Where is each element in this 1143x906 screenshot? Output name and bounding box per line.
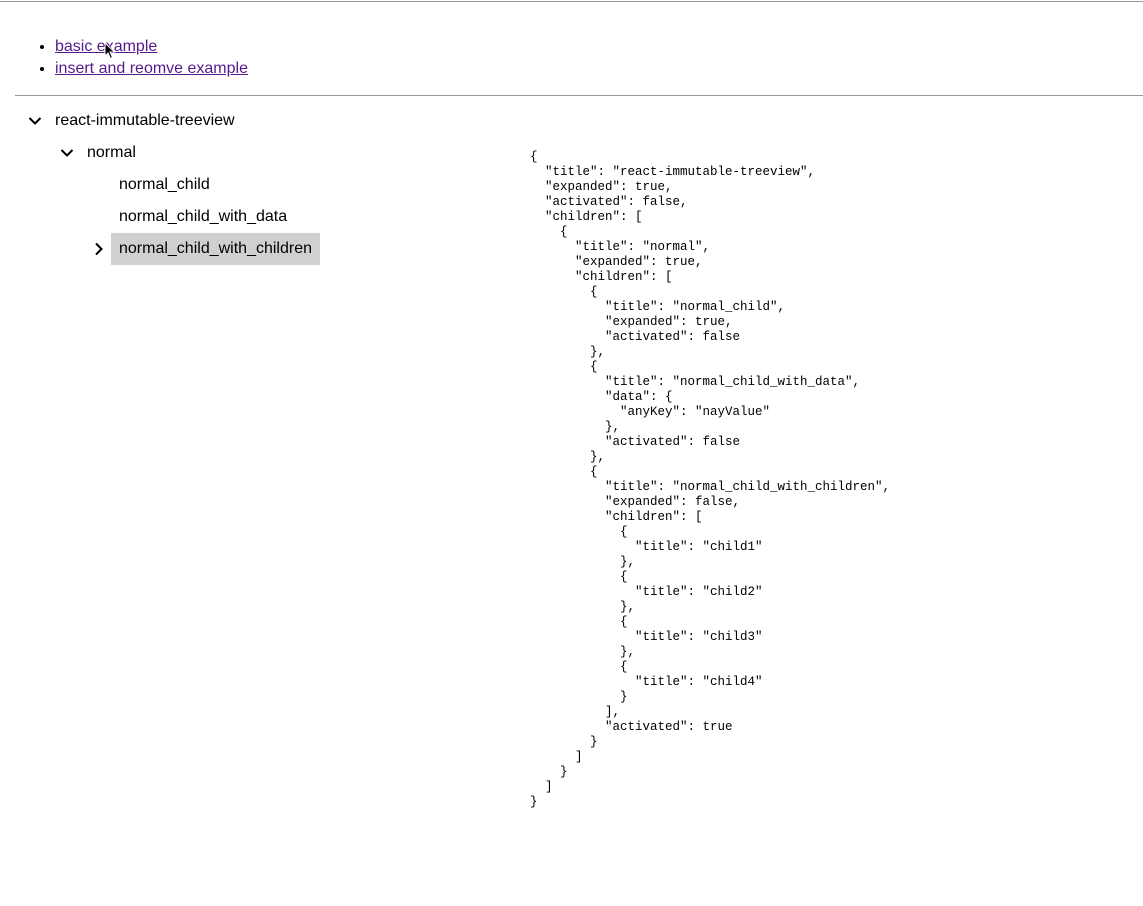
section-divider bbox=[15, 95, 1143, 96]
chevron-right-icon[interactable] bbox=[93, 233, 109, 265]
window-top-border bbox=[0, 1, 1143, 2]
chevron-down-icon[interactable] bbox=[60, 137, 76, 169]
nav-item: insert and reomve example bbox=[55, 58, 248, 80]
tree-json-output: { "title": "react-immutable-treeview", "… bbox=[530, 150, 891, 809]
example-nav-list: basic example insert and reomve example bbox=[0, 36, 248, 80]
nav-item: basic example bbox=[55, 36, 248, 58]
insert-remove-example-link[interactable]: insert and reomve example bbox=[55, 60, 248, 77]
tree-node-label[interactable]: normal_child bbox=[111, 169, 218, 201]
mouse-cursor-icon bbox=[104, 42, 116, 60]
chevron-down-icon[interactable] bbox=[28, 105, 44, 137]
tree-node-label[interactable]: normal bbox=[79, 137, 144, 169]
tree-node-label-active[interactable]: normal_child_with_children bbox=[111, 233, 320, 265]
tree-node-label[interactable]: react-immutable-treeview bbox=[47, 105, 243, 137]
tree-node-label[interactable]: normal_child_with_data bbox=[111, 201, 295, 233]
